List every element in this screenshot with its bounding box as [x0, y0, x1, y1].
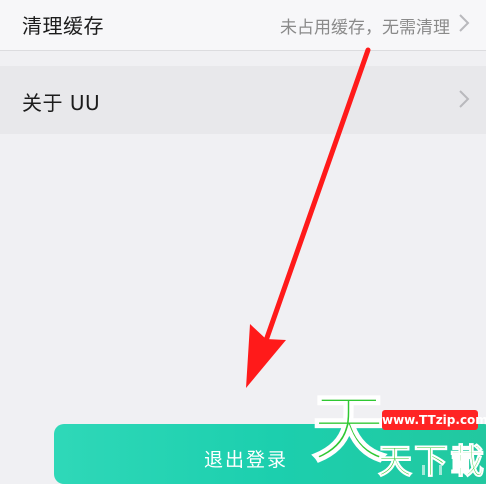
watermark-logo-char: 天 — [311, 386, 387, 472]
cache-status-text: 未占用缓存，无需清理 — [280, 18, 450, 38]
about-uu-row[interactable]: 关于 UU — [0, 66, 486, 134]
watermark-text: 天下載 — [378, 442, 486, 483]
about-uu-label: 关于 UU — [22, 91, 101, 115]
logout-button-label: 退出登录 — [204, 450, 289, 471]
divider — [0, 50, 486, 51]
clear-cache-row[interactable]: 清理缓存 未占用缓存，无需清理 — [0, 0, 486, 50]
clear-cache-label: 清理缓存 — [22, 14, 104, 38]
chevron-right-icon — [459, 14, 470, 32]
annotation-arrow-head — [246, 324, 286, 388]
chevron-right-icon — [459, 90, 470, 108]
watermark-url: www.TTzip.com — [382, 410, 486, 430]
